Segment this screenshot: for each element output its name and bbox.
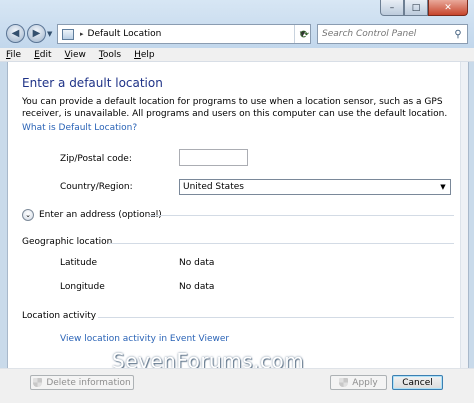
menu-edit[interactable]: Edit bbox=[32, 50, 53, 60]
uac-shield-icon bbox=[339, 378, 349, 387]
longitude-label: Longitude bbox=[60, 282, 105, 292]
button-bar: Delete information Apply Cancel bbox=[0, 368, 474, 403]
zip-input[interactable] bbox=[179, 149, 248, 166]
apply-button[interactable]: Apply bbox=[330, 375, 387, 390]
expander-divider bbox=[148, 215, 454, 216]
forward-arrow-icon: ▶ bbox=[32, 28, 41, 39]
address-bar[interactable]: ▸ Default Location ▼ bbox=[57, 24, 311, 44]
delete-information-button[interactable]: Delete information bbox=[30, 375, 134, 390]
refresh-icon: ⟳ bbox=[299, 27, 310, 41]
zip-label: Zip/Postal code: bbox=[60, 154, 132, 164]
search-box[interactable]: ⚲ bbox=[317, 24, 468, 44]
maximize-button[interactable]: □ bbox=[404, 0, 428, 16]
chevron-down-icon[interactable]: ▼ bbox=[439, 183, 447, 191]
vertical-scrollbar[interactable] bbox=[460, 62, 468, 368]
uac-shield-icon bbox=[33, 378, 43, 387]
menu-help[interactable]: Help bbox=[132, 50, 157, 60]
expander-label[interactable]: Enter an address (optional) bbox=[39, 210, 162, 220]
activity-divider bbox=[98, 317, 454, 318]
close-icon: ✕ bbox=[444, 2, 452, 13]
delete-information-label: Delete information bbox=[46, 377, 131, 388]
country-select-value: United States bbox=[183, 182, 244, 192]
page-description: You can provide a default location for p… bbox=[22, 97, 448, 119]
what-is-default-location-link[interactable]: What is Default Location? bbox=[22, 123, 137, 133]
latitude-label: Latitude bbox=[60, 258, 98, 268]
content-pane: Enter a default location You can provide… bbox=[7, 62, 469, 368]
country-label: Country/Region: bbox=[60, 182, 133, 192]
title-bar: – □ ✕ ◀ ▶ ▼ ▸ Default Location ▼ ⟳ ⚲ bbox=[0, 0, 474, 48]
window-controls: – □ ✕ bbox=[380, 0, 468, 16]
expand-chevron-icon[interactable]: ⌄ bbox=[22, 209, 34, 221]
recent-pages-dropdown-icon[interactable]: ▼ bbox=[47, 30, 52, 38]
country-select[interactable]: United States ▼ bbox=[179, 179, 451, 195]
cancel-button[interactable]: Cancel bbox=[392, 375, 443, 390]
breadcrumb-separator-icon[interactable]: ▸ bbox=[80, 30, 84, 38]
minimize-icon: – bbox=[389, 2, 395, 13]
longitude-value: No data bbox=[179, 282, 215, 292]
menu-tools[interactable]: Tools bbox=[97, 50, 123, 60]
cancel-label: Cancel bbox=[402, 377, 433, 388]
address-expander[interactable]: ⌄ Enter an address (optional) bbox=[22, 209, 162, 221]
breadcrumb-current[interactable]: Default Location bbox=[88, 29, 294, 39]
apply-label: Apply bbox=[352, 377, 378, 388]
search-input[interactable] bbox=[322, 29, 449, 39]
menu-file[interactable]: File bbox=[4, 50, 23, 60]
forward-button[interactable]: ▶ bbox=[27, 24, 46, 43]
back-arrow-icon: ◀ bbox=[11, 28, 20, 39]
activity-heading: Location activity bbox=[22, 311, 97, 321]
maximize-icon: □ bbox=[411, 2, 421, 13]
search-icon[interactable]: ⚲ bbox=[449, 29, 467, 40]
close-button[interactable]: ✕ bbox=[428, 0, 468, 16]
control-panel-icon bbox=[62, 28, 74, 40]
minimize-button[interactable]: – bbox=[380, 0, 404, 16]
geo-divider bbox=[108, 243, 454, 244]
menu-view[interactable]: View bbox=[63, 50, 88, 60]
latitude-value: No data bbox=[179, 258, 215, 268]
geo-heading: Geographic location bbox=[22, 237, 113, 247]
back-button[interactable]: ◀ bbox=[6, 24, 25, 43]
event-viewer-link[interactable]: View location activity in Event Viewer bbox=[60, 334, 229, 344]
menu-bar: File Edit View Tools Help bbox=[0, 48, 474, 62]
page-title: Enter a default location bbox=[22, 76, 163, 90]
refresh-button[interactable]: ⟳ bbox=[295, 24, 314, 44]
